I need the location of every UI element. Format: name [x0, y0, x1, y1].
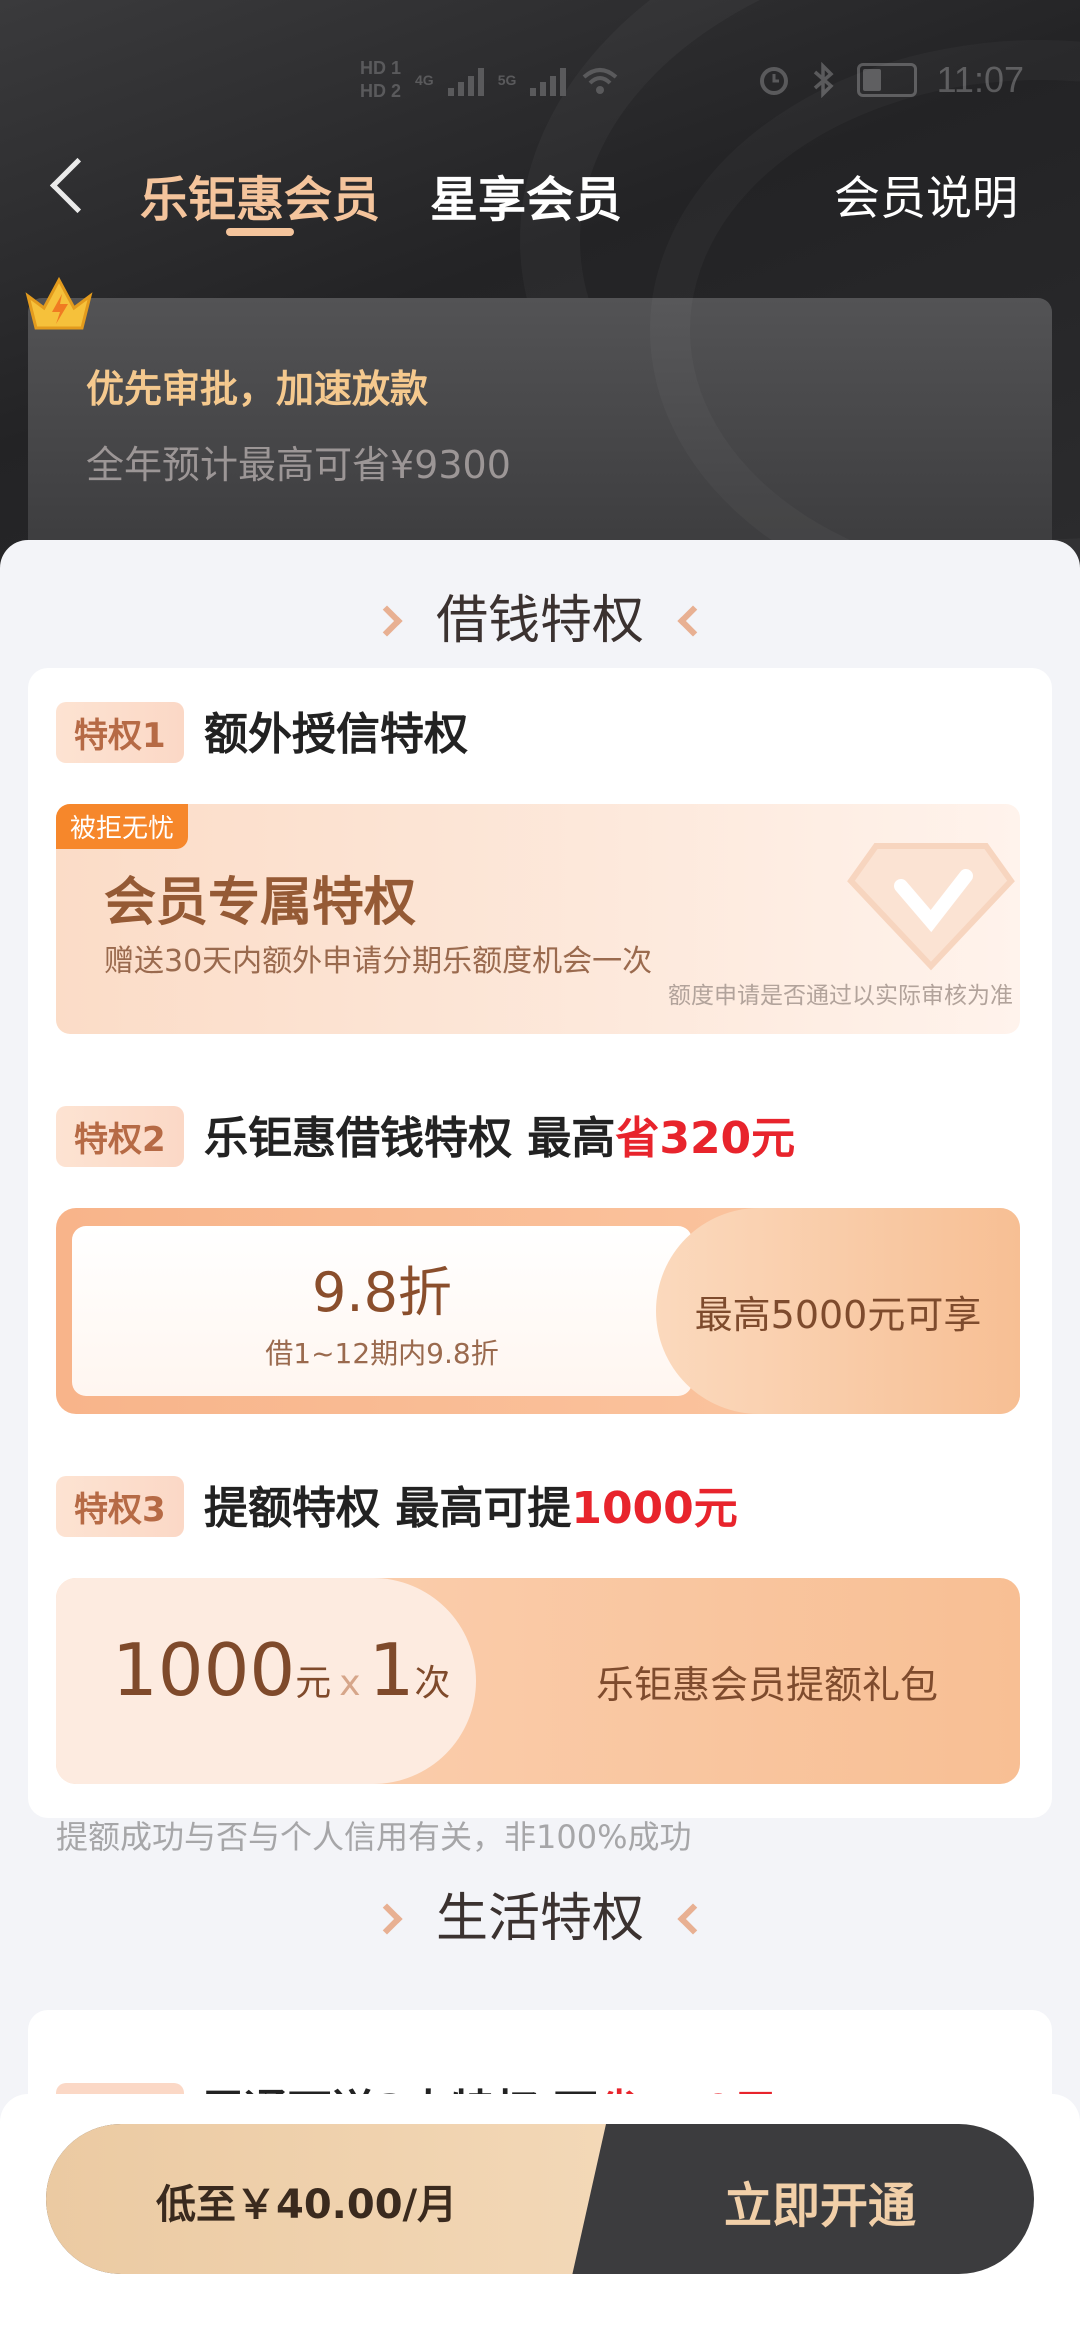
rejection-badge: 被拒无忧	[56, 804, 189, 849]
privilege-tag: 特权1	[56, 702, 184, 763]
count-value: 1	[368, 1628, 415, 1712]
section-title-text: 借钱特权	[435, 591, 644, 651]
sim2-label: HD 2	[360, 81, 402, 101]
signal-icon	[447, 64, 484, 96]
discount-value: 9.8折	[312, 1261, 452, 1324]
net1-label: 4G	[415, 72, 434, 88]
v-diamond-icon	[847, 843, 1015, 971]
sim1-label: HD 1	[360, 58, 402, 78]
times-symbol: x	[339, 1663, 361, 1704]
discount-desc: 借1~12期内9.8折	[265, 1337, 499, 1370]
chevron-left-icon	[677, 605, 709, 637]
back-icon[interactable]	[49, 157, 106, 214]
section-title-borrow: 借钱特权	[0, 578, 1080, 653]
section-title-text: 生活特权	[435, 1889, 644, 1949]
borrow-privileges-card: 特权1 额外授信特权 被拒无忧 会员专属特权 赠送30天内额外申请分期乐额度机会…	[28, 668, 1052, 1856]
member-banner: 优先审批，加速放款 全年预计最高可省¥9300	[28, 298, 1052, 558]
header: HD 1 HD 2 4G 5G 11:07 乐钜惠会员 星享会员 会员说明 优先…	[0, 0, 1080, 600]
discount-limit-text: 最高5000元可享	[694, 1293, 982, 1337]
status-bar-left: HD 1 HD 2 4G 5G	[360, 50, 620, 110]
banner-title: 优先审批，加速放款	[86, 367, 429, 411]
wifi-icon	[583, 68, 618, 94]
privilege-title-highlight: 省320元	[615, 1113, 796, 1164]
privilege-tag: 特权3	[56, 1476, 184, 1537]
tab-active-indicator	[226, 228, 294, 236]
privilege-title: 提额特权 最高可提1000元	[204, 1472, 738, 1536]
privilege-title: 乐钜惠借钱特权 最高省320元	[204, 1102, 795, 1166]
exclusive-desc: 赠送30天内额外申请分期乐额度机会一次	[104, 944, 653, 979]
tab-lejuhui-member[interactable]: 乐钜惠会员	[140, 160, 380, 230]
price-label: 低至￥40.00/月	[156, 2182, 458, 2228]
banner-subtitle: 全年预计最高可省¥9300	[86, 443, 511, 487]
amount-unit: 元	[295, 1663, 332, 1704]
chevron-left-icon	[677, 1903, 709, 1935]
chevron-right-icon	[371, 1903, 403, 1935]
alarm-icon	[759, 67, 788, 95]
privilege-tag: 特权2	[56, 1106, 184, 1167]
amount-value: 1000	[112, 1628, 296, 1712]
exclusive-heading: 会员专属特权	[104, 873, 417, 933]
discount-panel: 9.8折 借1~12期内9.8折	[72, 1226, 692, 1396]
privileges-sheet: 借钱特权 特权1 额外授信特权 被拒无忧 会员专属特权 赠送30天内额外申请分期…	[0, 540, 1080, 2340]
approval-note: 额度申请是否通过以实际审核为准	[668, 983, 1013, 1009]
privilege-title: 额外授信特权	[204, 709, 468, 760]
bottom-bar: 低至￥40.00/月 立即开通	[0, 2094, 1080, 2340]
credit-raise-note: 提额成功与否与个人信用有关，非100%成功	[56, 1818, 692, 1856]
section-title-life: 生活特权	[0, 1876, 1080, 1951]
crown-icon	[25, 276, 93, 330]
member-explain-link[interactable]: 会员说明	[834, 162, 1018, 228]
privilege-title-prefix: 乐钜惠借钱特权 最高	[204, 1113, 616, 1164]
extra-credit-box[interactable]: 被拒无忧 会员专属特权 赠送30天内额外申请分期乐额度机会一次 额度申请是否通过…	[56, 804, 1020, 1034]
discount-box[interactable]: 9.8折 借1~12期内9.8折 最高5000元可享	[56, 1208, 1020, 1414]
chevron-right-icon	[371, 605, 403, 637]
credit-raise-box[interactable]: 1000元 x 1次 乐钜惠会员提额礼包	[56, 1578, 1020, 1784]
top-nav: 乐钜惠会员 星享会员 会员说明	[0, 150, 1080, 250]
discount-limit: 最高5000元可享	[656, 1208, 1020, 1414]
open-membership-cta[interactable]: 低至￥40.00/月 立即开通	[46, 2124, 1034, 2274]
signal-icon-2	[530, 64, 567, 96]
open-now-button[interactable]: 立即开通	[606, 2166, 1034, 2236]
credit-raise-amount: 1000元 x 1次	[112, 1628, 450, 1712]
count-unit: 次	[414, 1663, 451, 1704]
bluetooth-icon	[813, 62, 834, 98]
credit-raise-package: 乐钜惠会员提额礼包	[596, 1663, 939, 1707]
status-bar-right: 11:07	[757, 50, 1024, 110]
net2-label: 5G	[497, 72, 517, 88]
credit-raise-amount-panel: 1000元 x 1次	[56, 1578, 476, 1784]
privilege-title-highlight: 1000元	[571, 1483, 738, 1534]
privilege-title-prefix: 提额特权 最高可提	[204, 1483, 572, 1534]
tab-xingxiang-member[interactable]: 星享会员	[430, 160, 622, 230]
battery-icon	[856, 63, 917, 97]
status-time: 11:07	[936, 59, 1024, 100]
